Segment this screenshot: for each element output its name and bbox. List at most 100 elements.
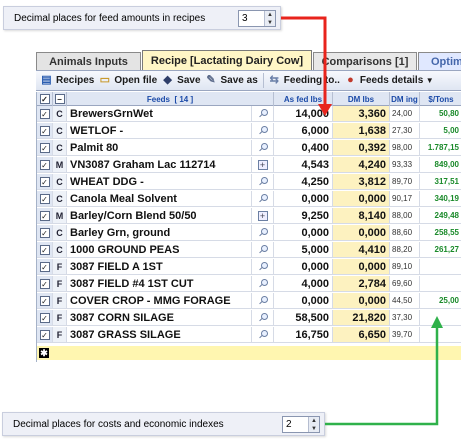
row-checkbox[interactable]: ✓ bbox=[37, 174, 53, 189]
recipes-button[interactable]: ▤ Recipes bbox=[40, 74, 94, 87]
feed-decimal-spinner[interactable]: 3 ▲ ▼ bbox=[238, 9, 276, 27]
feed-detail-cell[interactable] bbox=[252, 259, 274, 274]
magnifier-icon[interactable] bbox=[258, 329, 268, 340]
spin-down-icon[interactable]: ▼ bbox=[309, 425, 319, 433]
feed-detail-cell[interactable] bbox=[252, 140, 274, 155]
magnifier-icon[interactable] bbox=[258, 142, 268, 153]
check-icon[interactable]: ✓ bbox=[39, 329, 50, 340]
row-checkbox[interactable]: ✓ bbox=[37, 208, 53, 223]
collapse-icon[interactable]: − bbox=[54, 94, 65, 104]
magnifier-icon[interactable] bbox=[258, 108, 268, 119]
open-file-button[interactable]: ▭ Open file bbox=[98, 74, 158, 87]
spin-up-icon[interactable]: ▲ bbox=[265, 11, 275, 19]
row-checkbox[interactable]: ✓ bbox=[37, 276, 53, 291]
tab-comparisons[interactable]: Comparisons [1] bbox=[313, 52, 417, 70]
as-fed-value[interactable]: 0,000 bbox=[274, 191, 333, 206]
check-icon[interactable]: ✓ bbox=[39, 295, 50, 306]
magnifier-icon[interactable] bbox=[258, 261, 268, 272]
magnifier-icon[interactable] bbox=[258, 193, 268, 204]
spin-down-icon[interactable]: ▼ bbox=[265, 19, 275, 27]
table-row[interactable]: ✓ C Canola Meal Solvent 0,000 0,000 90,17 340,… bbox=[37, 191, 461, 207]
feed-decimal-value[interactable]: 3 bbox=[239, 11, 264, 26]
tab-animals-inputs[interactable]: Animals Inputs bbox=[36, 52, 141, 70]
check-icon[interactable]: ✓ bbox=[39, 244, 50, 255]
feed-detail-cell[interactable]: + bbox=[252, 208, 274, 223]
table-row[interactable]: ✓ C BrewersGrnWet 14,000 3,360 24,00 50,80 bbox=[37, 106, 461, 122]
feed-name[interactable]: VN3087 Graham Lac 112714 bbox=[67, 157, 252, 172]
magnifier-icon[interactable] bbox=[258, 176, 268, 187]
as-fed-value[interactable]: 4,543 bbox=[274, 157, 333, 172]
magnifier-icon[interactable] bbox=[258, 125, 268, 136]
feed-detail-cell[interactable] bbox=[252, 310, 274, 325]
select-all-checkbox[interactable]: ✓ bbox=[37, 92, 53, 106]
feed-detail-cell[interactable] bbox=[252, 242, 274, 257]
new-row[interactable]: ✱ bbox=[37, 346, 461, 360]
cost-decimal-spinner[interactable]: 2 ▲ ▼ bbox=[282, 415, 320, 433]
check-icon[interactable]: ✓ bbox=[39, 210, 50, 221]
row-checkbox[interactable]: ✓ bbox=[37, 310, 53, 325]
check-icon[interactable]: ✓ bbox=[39, 278, 50, 289]
feed-name[interactable]: COVER CROP - MMG FORAGE bbox=[67, 293, 252, 308]
feeding-to-button[interactable]: ⇆ Feeding to.. bbox=[268, 74, 340, 87]
table-row[interactable]: ✓ M Barley/Corn Blend 50/50 +9,250 8,140 88,0… bbox=[37, 208, 461, 224]
table-row[interactable]: ✓ F 3087 FIELD #4 1ST CUT 4,000 2,784 69,60 bbox=[37, 276, 461, 292]
check-icon[interactable]: ✓ bbox=[39, 227, 50, 238]
dm-ing-column-header[interactable]: DM ing bbox=[390, 92, 420, 106]
table-row[interactable]: ✓ C Palmit 80 0,400 0,392 98,00 1.787,15 bbox=[37, 140, 461, 156]
as-fed-value[interactable]: 16,750 bbox=[274, 327, 333, 342]
tab-optim[interactable]: Optim bbox=[418, 52, 461, 70]
row-checkbox[interactable]: ✓ bbox=[37, 225, 53, 240]
row-checkbox[interactable]: ✓ bbox=[37, 123, 53, 138]
row-checkbox[interactable]: ✓ bbox=[37, 242, 53, 257]
feed-detail-cell[interactable] bbox=[252, 327, 274, 342]
row-checkbox[interactable]: ✓ bbox=[37, 140, 53, 155]
as-fed-value[interactable]: 0,000 bbox=[274, 293, 333, 308]
check-icon[interactable]: ✓ bbox=[39, 176, 50, 187]
spin-up-icon[interactable]: ▲ bbox=[309, 417, 319, 425]
feed-name[interactable]: Barley/Corn Blend 50/50 bbox=[67, 208, 252, 223]
row-checkbox[interactable]: ✓ bbox=[37, 293, 53, 308]
spinner-arrows[interactable]: ▲ ▼ bbox=[308, 416, 319, 433]
row-checkbox[interactable]: ✓ bbox=[37, 157, 53, 172]
table-row[interactable]: ✓ C 1000 GROUND PEAS 5,000 4,410 88,20 261,27 bbox=[37, 242, 461, 258]
feeds-details-button[interactable]: ● Feeds details ▼ bbox=[344, 74, 439, 87]
feed-detail-cell[interactable]: + bbox=[252, 157, 274, 172]
feed-detail-cell[interactable] bbox=[252, 276, 274, 291]
feed-name[interactable]: Canola Meal Solvent bbox=[67, 191, 252, 206]
check-icon[interactable]: ✓ bbox=[39, 312, 50, 323]
collapse-toggle[interactable]: − bbox=[53, 92, 67, 106]
table-row[interactable]: ✓ F 3087 GRASS SILAGE 16,750 6,650 39,70 bbox=[37, 327, 461, 343]
feed-name[interactable]: 1000 GROUND PEAS bbox=[67, 242, 252, 257]
feed-name[interactable]: 3087 GRASS SILAGE bbox=[67, 327, 252, 342]
dm-column-header[interactable]: DM lbs bbox=[333, 92, 390, 106]
feed-name[interactable]: Palmit 80 bbox=[67, 140, 252, 155]
table-row[interactable]: ✓ C Barley Grn, ground 0,000 0,000 88,60 258,5… bbox=[37, 225, 461, 241]
check-icon[interactable]: ✓ bbox=[39, 159, 50, 170]
save-button[interactable]: ◆ Save bbox=[161, 74, 200, 87]
magnifier-icon[interactable] bbox=[258, 278, 268, 289]
feed-name[interactable]: WHEAT DDG - bbox=[67, 174, 252, 189]
magnifier-icon[interactable] bbox=[258, 295, 268, 306]
expand-icon[interactable]: + bbox=[257, 159, 268, 170]
feed-detail-cell[interactable] bbox=[252, 106, 274, 121]
table-row[interactable]: ✓ F 3087 FIELD A 1ST 0,000 0,000 89,10 bbox=[37, 259, 461, 275]
feed-detail-cell[interactable] bbox=[252, 225, 274, 240]
as-fed-value[interactable]: 4,250 bbox=[274, 174, 333, 189]
as-fed-value[interactable]: 4,000 bbox=[274, 276, 333, 291]
feeds-column-header[interactable]: Feeds [ 14 ] bbox=[67, 92, 274, 106]
table-row[interactable]: ✓ C WHEAT DDG - 4,250 3,812 89,70 317,51 bbox=[37, 174, 461, 190]
feed-detail-cell[interactable] bbox=[252, 123, 274, 138]
cost-decimal-value[interactable]: 2 bbox=[283, 417, 308, 432]
new-row-icon[interactable]: ✱ bbox=[39, 348, 49, 358]
feed-name[interactable]: 3087 CORN SILAGE bbox=[67, 310, 252, 325]
feed-name[interactable]: Barley Grn, ground bbox=[67, 225, 252, 240]
row-checkbox[interactable]: ✓ bbox=[37, 191, 53, 206]
feed-name[interactable]: WETLOF - bbox=[67, 123, 252, 138]
row-checkbox[interactable]: ✓ bbox=[37, 327, 53, 342]
magnifier-icon[interactable] bbox=[258, 312, 268, 323]
check-icon[interactable]: ✓ bbox=[39, 261, 50, 272]
cost-column-header[interactable]: $/Tons bbox=[420, 92, 461, 106]
magnifier-icon[interactable] bbox=[258, 227, 268, 238]
as-fed-value[interactable]: 9,250 bbox=[274, 208, 333, 223]
check-icon[interactable]: ✓ bbox=[39, 142, 50, 153]
